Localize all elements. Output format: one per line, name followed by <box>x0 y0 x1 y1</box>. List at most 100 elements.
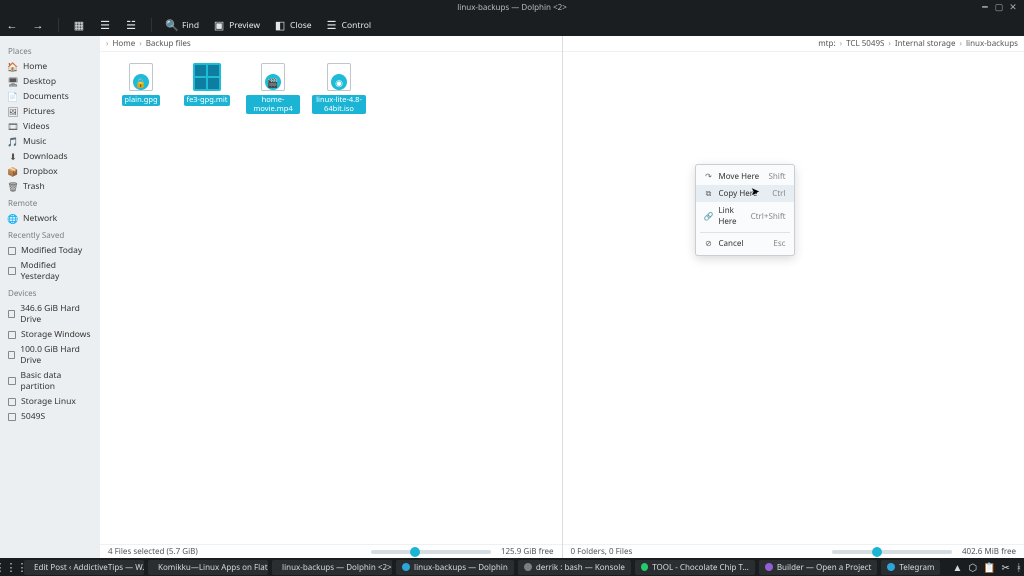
image-icon: ▣ <box>213 19 225 31</box>
menu-item-label: Cancel <box>719 238 744 249</box>
menu-item-shortcut: Esc <box>773 238 785 249</box>
minimize-icon[interactable]: ━ <box>980 1 990 11</box>
close-window-icon[interactable]: ✕ <box>1008 1 1018 11</box>
file-item[interactable]: fe3-gpg.mit <box>180 62 234 106</box>
sidebar-item[interactable]: 🏠Home <box>0 59 100 74</box>
control-menu-button[interactable]: ☰Control <box>326 19 372 31</box>
device-icon <box>8 377 16 385</box>
view-compact-button[interactable]: ☰ <box>99 19 111 31</box>
view-details-button[interactable]: ☱ <box>125 19 137 31</box>
sidebar-item[interactable]: 🖥Desktop <box>0 74 100 89</box>
sidebar-item-label: Trash <box>23 181 45 192</box>
sidebar-item[interactable]: 5049S <box>0 409 100 424</box>
maximize-icon[interactable]: ▢ <box>994 1 1004 11</box>
right-pane-body[interactable]: ↷Move HereShift⧉Copy HereCtrl🔗Link HereC… <box>563 52 1024 544</box>
menu-item-icon: 🔗 <box>704 211 714 221</box>
menu-item-shortcut: Ctrl+Shift <box>751 211 786 222</box>
sidebar-item-label: Storage Windows <box>21 329 91 340</box>
taskbar-item[interactable]: Komikku—Linux Apps on Flat… <box>148 560 268 575</box>
close-split-button[interactable]: ◧Close <box>274 19 312 31</box>
breadcrumb-segment[interactable]: TCL 5049S <box>846 38 884 49</box>
recent-heading: Recently Saved <box>0 226 100 243</box>
taskbar-item[interactable]: Edit Post ‹ AddictiveTips — W… <box>24 560 144 575</box>
left-zoom-slider[interactable] <box>371 550 491 554</box>
sidebar-item[interactable]: Basic data partition <box>0 368 100 394</box>
device-icon <box>8 398 16 406</box>
view-icons-button[interactable]: ▦ <box>73 19 85 31</box>
disc-icon: ◉ <box>331 74 347 90</box>
sidebar-item[interactable]: 🗑 Trash <box>0 179 100 194</box>
taskbar-item[interactable]: Telegram <box>881 560 940 575</box>
cancel-icon: ⊘ <box>704 239 714 249</box>
window-title: linux-backups — Dolphin <2> <box>457 2 567 13</box>
breadcrumb-segment[interactable]: Home <box>112 38 135 49</box>
tray-icon[interactable]: ▲ <box>952 560 962 574</box>
places-heading: Places <box>0 42 100 59</box>
tray-icon[interactable]: ⬡ <box>968 560 977 574</box>
screenshot-tray-icon[interactable]: ✂ <box>1002 560 1010 574</box>
taskbar: ⋮⋮⋮ Edit Post ‹ AddictiveTips — W… Komikk… <box>0 558 1024 576</box>
file-item[interactable]: 🎬home-movie.mp4 <box>246 62 300 114</box>
sidebar-item[interactable]: 🌐Network <box>0 211 100 226</box>
taskbar-item-label: derrik : bash — Konsole <box>536 562 625 573</box>
toolbar-separator <box>58 18 59 32</box>
find-button[interactable]: 🔍Find <box>166 19 199 31</box>
sidebar-item[interactable]: ⬇Downloads <box>0 149 100 164</box>
context-menu-item[interactable]: ↷Move HereShift <box>696 168 794 185</box>
forward-button[interactable]: → <box>32 19 44 31</box>
sidebar-item[interactable]: 346.6 GiB Hard Drive <box>0 301 100 327</box>
file-item[interactable]: 🔒plain.gpg <box>114 62 168 106</box>
preview-button[interactable]: ▣Preview <box>213 19 260 31</box>
right-zoom-slider[interactable] <box>832 550 952 554</box>
device-icon <box>8 351 15 359</box>
breadcrumb-segment[interactable]: mtp: <box>818 38 835 49</box>
place-icon: 📄 <box>8 92 18 102</box>
taskbar-item[interactable]: Builder — Open a Project <box>759 560 878 575</box>
left-pane-body[interactable]: 🔒plain.gpg fe3-gpg.mit 🎬home-movie.mp4◉lin… <box>100 52 562 544</box>
taskbar-item-label: TOOL - Chocolate Chip T… <box>652 562 749 573</box>
left-status-bar: 4 Files selected (5.7 GiB) 125.9 GiB fre… <box>100 544 562 558</box>
file-thumbnail <box>191 62 223 92</box>
taskbar-item-label: Komikku—Linux Apps on Flat… <box>158 562 268 573</box>
sidebar-item-label: Home <box>23 61 47 72</box>
context-menu-item[interactable]: ⧉Copy HereCtrl <box>696 185 794 202</box>
breadcrumb-segment[interactable]: Backup files <box>146 38 191 49</box>
app-launcher-button[interactable]: ⋮⋮⋮ <box>4 560 18 574</box>
sidebar-item-label: Documents <box>23 91 69 102</box>
sidebar-item-label: Modified Today <box>21 245 82 256</box>
places-sidebar: Places 🏠Home🖥Desktop 📄 Documents 🖼Pictures🎞… <box>0 36 100 558</box>
sidebar-item[interactable]: 100.0 GiB Hard Drive <box>0 342 100 368</box>
back-button[interactable]: ← <box>6 19 18 31</box>
sidebar-item[interactable]: 🎵Music <box>0 134 100 149</box>
bluetooth-tray-icon[interactable]: ᚼ <box>1016 560 1022 574</box>
taskbar-item[interactable]: linux-backups — Dolphin <2> <box>272 560 392 575</box>
clipboard-tray-icon[interactable]: 📋 <box>983 560 995 574</box>
context-menu-item[interactable]: 🔗Link HereCtrl+Shift <box>696 202 794 230</box>
taskbar-item[interactable]: TOOL - Chocolate Chip T… <box>635 560 755 575</box>
sidebar-item[interactable]: 🎞Videos <box>0 119 100 134</box>
app-icon <box>402 563 410 571</box>
file-thumbnail: 🔒 <box>125 62 157 92</box>
grid-icon: ▦ <box>73 19 85 31</box>
place-icon: 🗑 <box>8 182 18 192</box>
breadcrumb-segment[interactable]: Internal storage <box>895 38 956 49</box>
toolbar-separator <box>151 18 152 32</box>
remote-heading: Remote <box>0 194 100 211</box>
taskbar-item[interactable]: derrik : bash — Konsole <box>518 560 631 575</box>
sidebar-item[interactable]: Storage Windows <box>0 327 100 342</box>
sidebar-item[interactable]: 📄 Documents <box>0 89 100 104</box>
context-menu-cancel[interactable]: ⊘ Cancel Esc <box>696 235 794 252</box>
arrow-left-icon: ← <box>6 19 18 31</box>
sidebar-item[interactable]: 🖼Pictures <box>0 104 100 119</box>
file-item[interactable]: ◉linux-lite-4.8-64bit.iso <box>312 62 366 114</box>
system-tray: ▲ ⬡ 📋 ✂ ᚼ ⚙ ▶ 🔊 ⇅ ˄ 2:36 AM 1/23/20 <box>952 556 1024 576</box>
sidebar-item-label: Dropbox <box>23 166 58 177</box>
sidebar-item[interactable]: 📦Dropbox <box>0 164 100 179</box>
breadcrumb-segment[interactable]: linux-backups <box>966 38 1018 49</box>
sidebar-item[interactable]: Modified Yesterday <box>0 258 100 284</box>
right-status-text: 0 Folders, 0 Files <box>571 546 633 557</box>
hamburger-icon: ☰ <box>326 19 338 31</box>
sidebar-item[interactable]: Modified Today <box>0 243 100 258</box>
sidebar-item[interactable]: Storage Linux <box>0 394 100 409</box>
taskbar-item[interactable]: linux-backups — Dolphin <box>396 560 514 575</box>
